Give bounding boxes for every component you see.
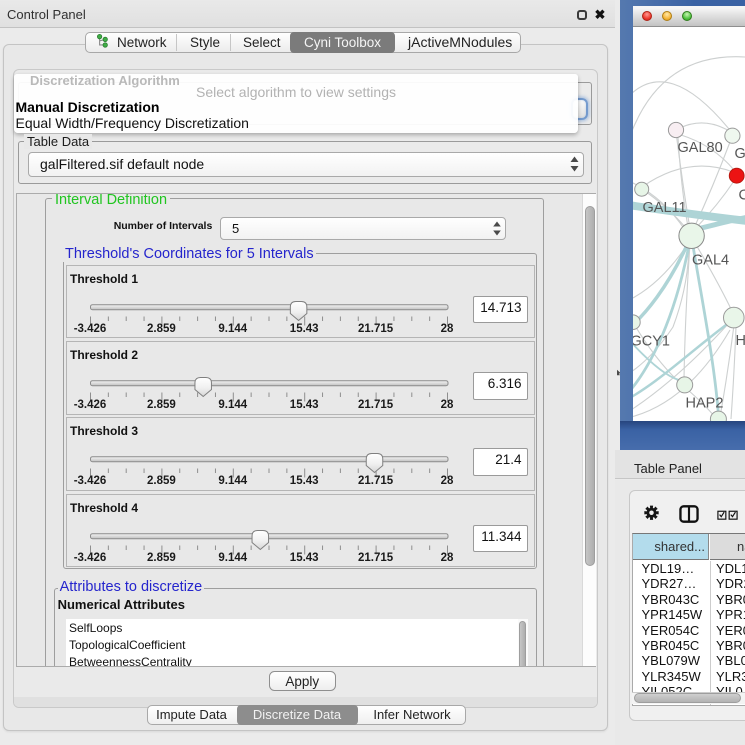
svg-text:C: C (739, 188, 745, 204)
svg-text:GAL4: GAL4 (692, 253, 729, 269)
svg-text:HAP2: HAP2 (686, 396, 724, 412)
svg-text:GCY1: GCY1 (633, 334, 670, 350)
svg-text:G…: G… (735, 146, 745, 162)
svg-text:GAL11: GAL11 (643, 200, 687, 216)
svg-text:H: H (736, 333, 745, 349)
svg-text:GAL80: GAL80 (678, 140, 723, 156)
